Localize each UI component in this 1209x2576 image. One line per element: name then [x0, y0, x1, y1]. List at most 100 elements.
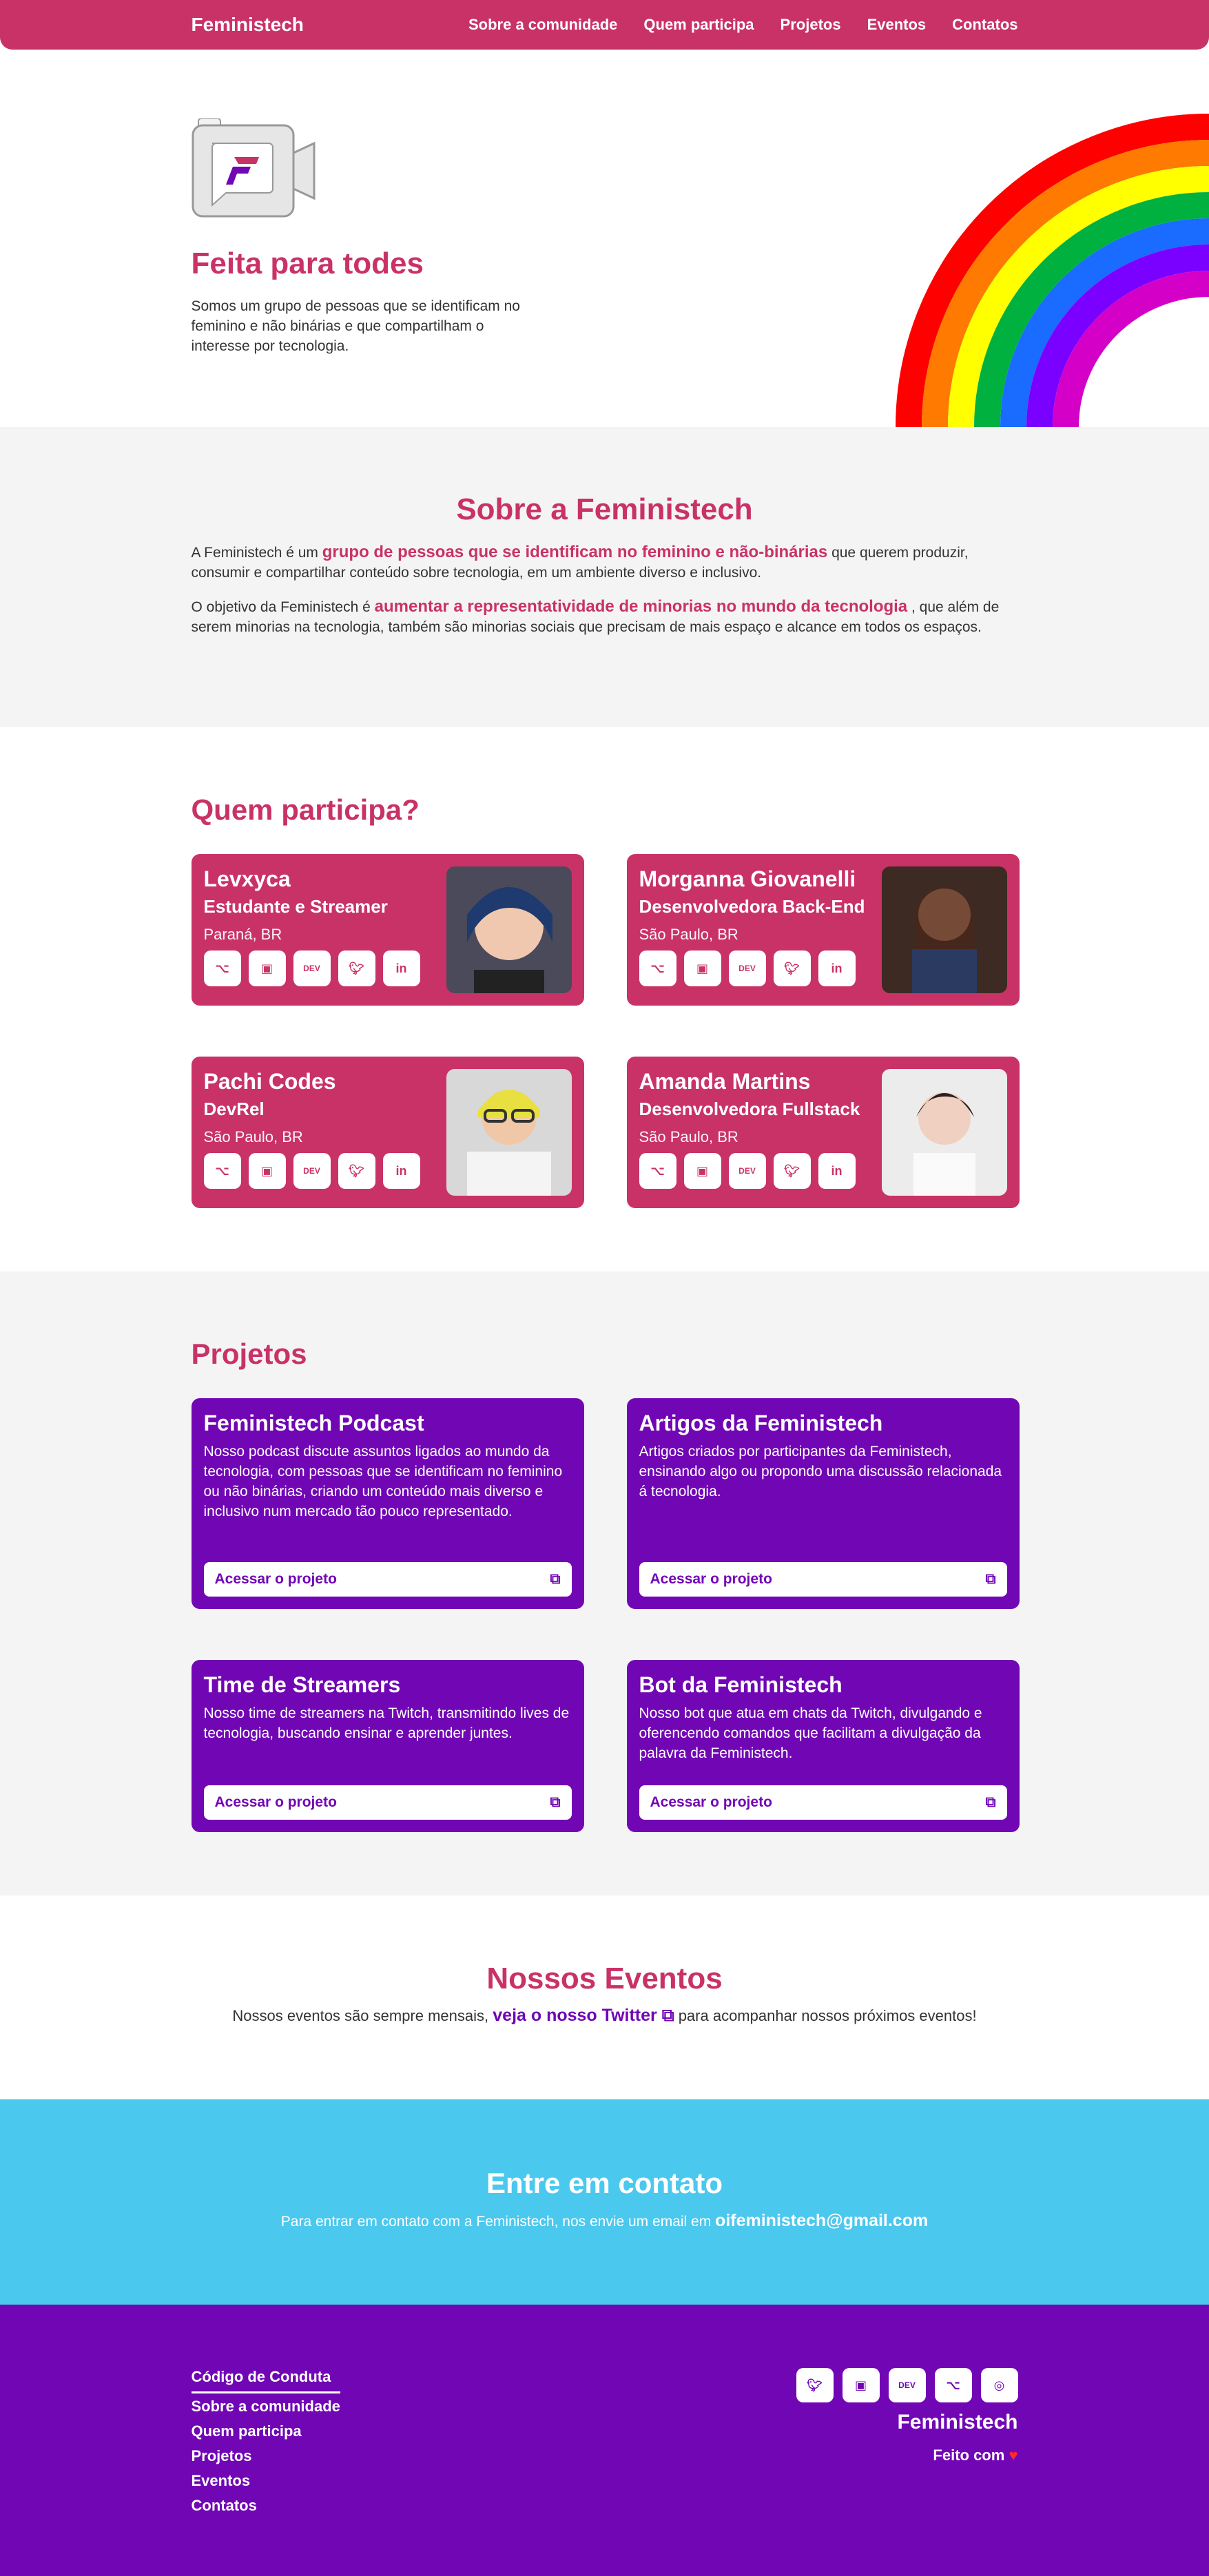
footer-link-projetos[interactable]: Projetos: [192, 2447, 340, 2465]
twitch-icon[interactable]: ▣: [248, 1153, 286, 1189]
contact-title: Entre em contato: [486, 2167, 723, 2199]
contact-section: Entre em contato Para entrar em contato …: [0, 2099, 1209, 2305]
dev-icon[interactable]: DEV: [293, 1153, 331, 1189]
about-p1-before: A Feministech é um: [191, 545, 318, 561]
linkedin-icon[interactable]: in: [382, 1153, 420, 1189]
project-access-button[interactable]: Acessar o projeto ⧉: [203, 1562, 572, 1597]
twitter-link[interactable]: veja o nosso Twitter ⧉: [493, 2006, 674, 2025]
participant-photo: [446, 866, 572, 993]
brand-logo-text[interactable]: Feministech: [192, 14, 304, 36]
events-text: Nossos eventos são sempre mensais, veja …: [192, 2006, 1018, 2026]
project-access-label: Acessar o projeto: [214, 1794, 337, 1810]
project-access-button[interactable]: Acessar o projeto ⧉: [203, 1785, 572, 1820]
projects-grid: Feministech Podcast Nosso podcast discut…: [191, 1398, 1020, 1832]
nav-link-sobre[interactable]: Sobre a comunidade: [468, 16, 617, 34]
external-link-icon: ⧉: [985, 1794, 996, 1810]
external-link-icon: ⧉: [550, 1571, 561, 1587]
project-access-button[interactable]: Acessar o projeto ⧉: [639, 1562, 1007, 1597]
project-card: Bot da Feministech Nosso bot que atua em…: [626, 1660, 1020, 1832]
project-description: Nosso time de streamers na Twitch, trans…: [203, 1705, 570, 1741]
github-icon[interactable]: ⌥: [934, 2368, 972, 2402]
twitter-icon[interactable]: 🐦︎: [338, 951, 375, 986]
twitter-icon[interactable]: 🐦︎: [773, 951, 811, 986]
participants-grid: Levxyca Estudante e Streamer Paraná, BR …: [191, 854, 1020, 1208]
projects-section: Projetos Feministech Podcast Nosso podca…: [0, 1271, 1209, 1895]
nav-link-contatos[interactable]: Contatos: [952, 16, 1017, 34]
project-access-button[interactable]: Acessar o projeto ⧉: [639, 1785, 1007, 1820]
nav-link-eventos[interactable]: Eventos: [867, 16, 927, 34]
project-card: Time de Streamers Nosso time de streamer…: [191, 1660, 584, 1832]
participant-photo: [446, 1069, 572, 1196]
about-p1-highlight: grupo de pessoas que se identificam no f…: [322, 543, 828, 561]
dev-icon[interactable]: DEV: [888, 2368, 926, 2402]
external-link-icon: ⧉: [985, 1571, 996, 1587]
dev-icon[interactable]: DEV: [728, 1153, 766, 1189]
footer-brand: Feministech: [897, 2411, 1018, 2433]
nav-links: Sobre a comunidade Quem participa Projet…: [468, 16, 1018, 34]
hero-section: Feita para todes Somos um grupo de pesso…: [0, 50, 1209, 427]
footer: Código de Conduta Sobre a comunidade Que…: [0, 2305, 1209, 2576]
about-p2-highlight: aumentar a representatividade de minoria…: [374, 597, 908, 616]
made-with-label: Feito com: [933, 2447, 1005, 2464]
nav-link-projetos[interactable]: Projetos: [781, 16, 841, 34]
feministech-camera-logo: [192, 118, 317, 220]
github-icon[interactable]: ⌥: [203, 951, 241, 986]
project-title: Time de Streamers: [203, 1672, 401, 1697]
instagram-icon[interactable]: ◎: [980, 2368, 1018, 2402]
contact-email-link[interactable]: oifeministech@gmail.com: [715, 2211, 928, 2230]
footer-link-code-of-conduct[interactable]: Código de Conduta: [191, 2368, 340, 2393]
events-text-before: Nossos eventos são sempre mensais,: [232, 2007, 489, 2024]
participant-card: Amanda Martins Desenvolvedora Fullstack …: [626, 1057, 1020, 1208]
footer-link-sobre[interactable]: Sobre a comunidade: [192, 2398, 340, 2416]
participant-card: Pachi Codes DevRel São Paulo, BR ⌥ ▣ DEV…: [191, 1057, 584, 1208]
hero-title: Feita para todes: [191, 247, 424, 280]
top-navbar: Feministech Sobre a comunidade Quem part…: [0, 0, 1209, 50]
participant-photo: [881, 866, 1007, 993]
footer-right: 🐦︎ ▣ DEV ⌥ ◎ Feministech Feito com ♥: [796, 2368, 1018, 2522]
footer-link-eventos[interactable]: Eventos: [192, 2472, 340, 2490]
participant-photo: [881, 1069, 1007, 1196]
events-section: Nossos Eventos Nossos eventos são sempre…: [0, 1895, 1209, 2099]
projects-title: Projetos: [191, 1338, 307, 1370]
about-section: Sobre a Feministech A Feministech é um g…: [0, 427, 1209, 727]
made-with: Feito com ♥: [796, 2447, 1017, 2464]
about-paragraph-1: A Feministech é um grupo de pessoas que …: [192, 542, 1018, 583]
github-icon[interactable]: ⌥: [639, 1153, 676, 1189]
twitch-icon[interactable]: ▣: [248, 951, 286, 986]
twitch-icon[interactable]: ▣: [842, 2368, 880, 2402]
twitter-link-label: veja o nosso Twitter: [493, 2006, 657, 2025]
project-description: Nosso podcast discute assuntos ligados a…: [203, 1444, 563, 1519]
project-access-label: Acessar o projeto: [650, 1794, 772, 1810]
project-card: Feministech Podcast Nosso podcast discut…: [191, 1398, 584, 1609]
events-title: Nossos Eventos: [486, 1962, 723, 1995]
linkedin-icon[interactable]: in: [818, 1153, 856, 1189]
dev-icon[interactable]: DEV: [293, 951, 331, 986]
participants-section: Quem participa? Levxyca Estudante e Stre…: [0, 727, 1209, 1271]
footer-link-quem-participa[interactable]: Quem participa: [192, 2422, 340, 2440]
footer-link-contatos[interactable]: Contatos: [192, 2497, 340, 2515]
participant-card: Morganna Giovanelli Desenvolvedora Back-…: [626, 854, 1020, 1006]
github-icon[interactable]: ⌥: [639, 951, 676, 986]
twitch-icon[interactable]: ▣: [683, 951, 721, 986]
external-link-icon: ⧉: [661, 2006, 674, 2025]
participants-title: Quem participa?: [191, 793, 420, 826]
footer-links: Código de Conduta Sobre a comunidade Que…: [191, 2368, 340, 2522]
twitter-icon[interactable]: 🐦︎: [796, 2368, 834, 2402]
dev-icon[interactable]: DEV: [728, 951, 766, 986]
twitter-icon[interactable]: 🐦︎: [338, 1153, 375, 1189]
about-title: Sobre a Feministech: [456, 492, 753, 526]
linkedin-icon[interactable]: in: [382, 951, 420, 986]
about-paragraph-2: O objetivo da Feministech é aumentar a r…: [192, 596, 1018, 637]
twitch-icon[interactable]: ▣: [683, 1153, 721, 1189]
github-icon[interactable]: ⌥: [203, 1153, 241, 1189]
project-card: Artigos da Feministech Artigos criados p…: [626, 1398, 1020, 1609]
twitter-icon[interactable]: 🐦︎: [773, 1153, 811, 1189]
project-access-label: Acessar o projeto: [650, 1571, 772, 1587]
linkedin-icon[interactable]: in: [818, 951, 856, 986]
nav-link-quem-participa[interactable]: Quem participa: [643, 16, 754, 34]
project-title: Feministech Podcast: [203, 1411, 424, 1435]
project-title: Artigos da Feministech: [639, 1411, 883, 1435]
about-p2-before: O objetivo da Feministech é: [191, 599, 371, 615]
contact-text: Para entrar em contato com a Feministech…: [192, 2211, 1018, 2231]
external-link-icon: ⧉: [550, 1794, 561, 1810]
